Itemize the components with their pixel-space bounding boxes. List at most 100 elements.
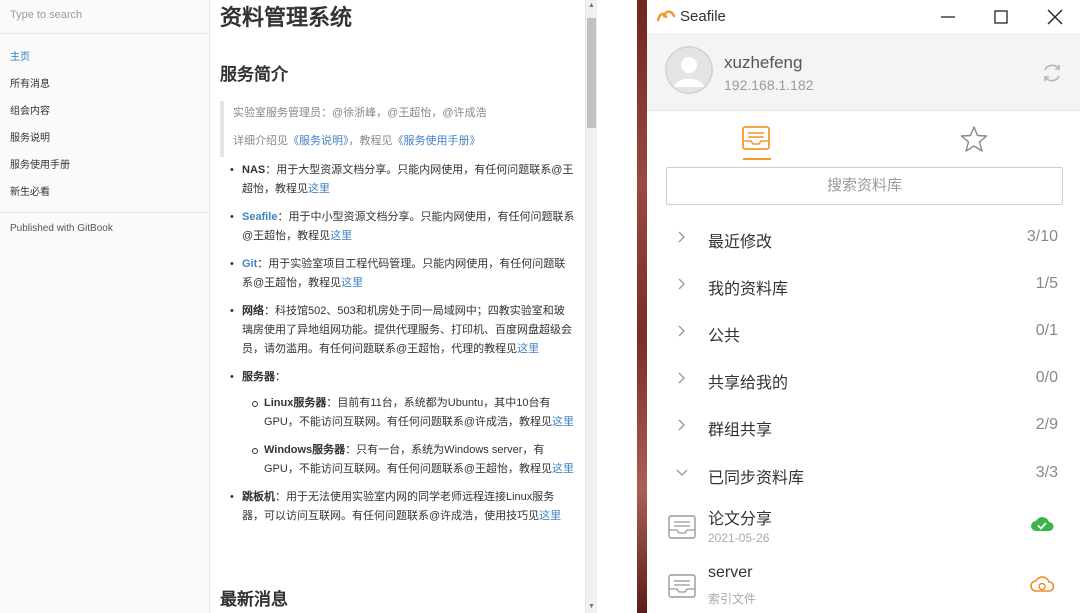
servers-colon: ： xyxy=(275,371,286,383)
sidebar-divider xyxy=(0,212,209,213)
scroll-up-arrow-icon[interactable]: ▲ xyxy=(586,0,597,12)
category-count: 2/9 xyxy=(1035,416,1058,433)
gitbook-sidebar: Type to search 主页 所有消息 组会内容 服务说明 服务使用手册 … xyxy=(0,0,210,613)
category-label: 共享给我的 xyxy=(708,375,789,392)
nas-name: NAS xyxy=(242,164,266,176)
refresh-icon[interactable] xyxy=(1040,61,1064,85)
section-heading-news: 最新消息 xyxy=(220,590,288,609)
maximize-icon[interactable] xyxy=(990,6,1012,28)
service-list: NAS：用于大型资源文档分享。只能内网使用，有任何问题联系@王超怡，教程见这里 … xyxy=(220,161,575,526)
library-item[interactable]: 论文分享 2021-05-26 xyxy=(647,505,1080,563)
category-my-libraries[interactable]: 我的资料库 1/5 xyxy=(647,262,1080,309)
minimize-icon[interactable] xyxy=(937,6,959,28)
chevron-right-icon xyxy=(678,372,685,384)
published-with-gitbook-link[interactable]: Published with GitBook xyxy=(0,219,209,239)
library-search-input[interactable]: 搜索资料库 xyxy=(666,167,1063,205)
quote-details-prefix: 详细介绍见 xyxy=(233,135,288,147)
sidebar-item-newcomer[interactable]: 新生必看 xyxy=(0,179,209,206)
nas-tutorial-link[interactable]: 这里 xyxy=(308,183,330,195)
sidebar-item-group-meeting[interactable]: 组会内容 xyxy=(0,98,209,125)
account-username: xuzhefeng xyxy=(724,53,803,72)
jump-host-name: 跳板机 xyxy=(242,491,275,503)
view-tabs xyxy=(647,111,1080,163)
linux-tutorial-link[interactable]: 这里 xyxy=(552,416,574,428)
window-titlebar[interactable]: Seafile xyxy=(647,0,1080,33)
close-icon[interactable] xyxy=(1044,6,1066,28)
quote-details-mid: ，教程见 xyxy=(348,135,393,147)
section-heading-intro: 服务简介 xyxy=(220,65,288,84)
library-status-text: 索引文件 xyxy=(708,592,757,606)
content-scrollbar[interactable]: ▲ ▼ xyxy=(585,0,597,613)
list-item-jump-host: 跳板机：用于无法使用实验室内网的同学老师远程连接Linux服务器，可以访问互联网… xyxy=(220,488,575,526)
account-panel: xuzhefeng 192.168.1.182 xyxy=(647,33,1080,111)
category-label: 公共 xyxy=(708,328,741,345)
admin-quote: 实验室服务管理员：@徐浙峰，@王超怡，@许成浩 详细介绍见《服务说明》，教程见《… xyxy=(220,101,575,157)
windows-name: Windows服务器 xyxy=(264,444,346,456)
list-item-windows: Windows服务器：只有一台，系统为Windows server，有GPU，不… xyxy=(242,441,575,479)
server-sublist: Linux服务器：目前有11台，系统都为Ubuntu，其中10台有GPU，不能访… xyxy=(242,394,575,479)
library-icon xyxy=(668,515,696,539)
seafile-text: ：用于中小型资源文档分享。只能内网使用，有任何问题联系@王超怡，教程见 xyxy=(242,211,575,242)
service-description-link[interactable]: 《服务说明》 xyxy=(288,135,349,147)
scroll-down-arrow-icon[interactable]: ▼ xyxy=(586,601,597,613)
library-date: 2021-05-26 xyxy=(708,531,770,545)
list-item-git: Git：用于实验室项目工程代码管理。只能内网使用，有任何问题联系@王超怡，教程见… xyxy=(220,255,575,293)
jump-host-text: ：用于无法使用实验室内网的同学老师远程连接Linux服务器，可以访问互联网。有任… xyxy=(242,491,555,522)
category-count: 3/3 xyxy=(1035,464,1058,481)
list-item-nas: NAS：用于大型资源文档分享。只能内网使用，有任何问题联系@王超怡，教程见这里 xyxy=(220,161,575,199)
tab-libraries[interactable] xyxy=(647,111,863,163)
user-avatar-icon xyxy=(665,46,713,94)
list-item-network: 网络：科技馆502、503和机房处于同一局域网中；四教实验室和玻璃房使用了异地组… xyxy=(220,302,575,359)
active-tab-indicator xyxy=(743,158,771,160)
scrollbar-thumb[interactable] xyxy=(587,18,596,128)
category-group-shared[interactable]: 群组共享 2/9 xyxy=(647,403,1080,450)
app-title: Seafile xyxy=(680,8,726,25)
seafile-logo-icon xyxy=(657,10,675,22)
quote-admins: 实验室服务管理员：@徐浙峰，@王超怡，@许成浩 xyxy=(233,107,487,119)
category-recent[interactable]: 最近修改 3/10 xyxy=(647,215,1080,262)
git-text: ：用于实验室项目工程代码管理。只能内网使用，有任何问题联系@王超怡，教程见 xyxy=(242,258,566,289)
seafile-window: Seafile xuzhefeng 192.168.1.182 搜索资料库 最近… xyxy=(647,0,1080,613)
category-label: 已同步资料库 xyxy=(708,470,805,487)
library-item[interactable]: server 索引文件 xyxy=(647,564,1080,613)
sidebar-item-service-manual[interactable]: 服务使用手册 xyxy=(0,152,209,179)
cloud-synced-icon xyxy=(1031,517,1054,531)
chevron-right-icon xyxy=(678,278,685,290)
quote-details: 详细介绍见《服务说明》，教程见《服务使用手册》 xyxy=(233,129,575,157)
chevron-right-icon xyxy=(678,325,685,337)
sidebar-item-home[interactable]: 主页 xyxy=(0,44,209,71)
list-item-linux: Linux服务器：目前有11台，系统都为Ubuntu，其中10台有GPU，不能访… xyxy=(242,394,575,432)
category-label: 最近修改 xyxy=(708,234,773,251)
git-name-link[interactable]: Git xyxy=(242,258,257,270)
jump-host-tips-link[interactable]: 这里 xyxy=(539,510,561,522)
git-tutorial-link[interactable]: 这里 xyxy=(341,277,363,289)
search-input[interactable]: Type to search xyxy=(0,0,209,34)
sidebar-item-service-description[interactable]: 服务说明 xyxy=(0,125,209,152)
list-item-seafile: Seafile：用于中小型资源文档分享。只能内网使用，有任何问题联系@王超怡，教… xyxy=(220,208,575,246)
category-shared-with-me[interactable]: 共享给我的 0/0 xyxy=(647,356,1080,403)
servers-name: 服务器 xyxy=(242,371,275,383)
avatar[interactable] xyxy=(665,46,713,94)
account-server: 192.168.1.182 xyxy=(724,77,814,93)
category-count: 3/10 xyxy=(1026,228,1058,245)
linux-name: Linux服务器 xyxy=(264,397,327,409)
category-label: 群组共享 xyxy=(708,422,773,439)
category-count: 1/5 xyxy=(1035,275,1058,292)
library-name: 论文分享 xyxy=(708,511,773,528)
category-public[interactable]: 公共 0/1 xyxy=(647,309,1080,356)
network-tutorial-link[interactable]: 这里 xyxy=(517,343,539,355)
tab-starred[interactable] xyxy=(864,111,1080,163)
category-label: 我的资料库 xyxy=(708,281,789,298)
desktop-wallpaper xyxy=(637,0,647,613)
library-inbox-icon xyxy=(742,126,770,150)
seafile-tutorial-link[interactable]: 这里 xyxy=(330,230,352,242)
category-synced-libraries[interactable]: 已同步资料库 3/3 xyxy=(647,451,1080,498)
sidebar-nav: 主页 所有消息 组会内容 服务说明 服务使用手册 新生必看 Published … xyxy=(0,34,209,239)
seafile-name-link[interactable]: Seafile xyxy=(242,211,277,223)
sidebar-item-all-news[interactable]: 所有消息 xyxy=(0,71,209,98)
service-manual-link[interactable]: 《服务使用手册》 xyxy=(393,135,481,147)
network-name: 网络 xyxy=(242,305,264,317)
windows-tutorial-link[interactable]: 这里 xyxy=(552,463,574,475)
category-count: 0/0 xyxy=(1035,369,1058,386)
chevron-right-icon xyxy=(678,231,685,243)
